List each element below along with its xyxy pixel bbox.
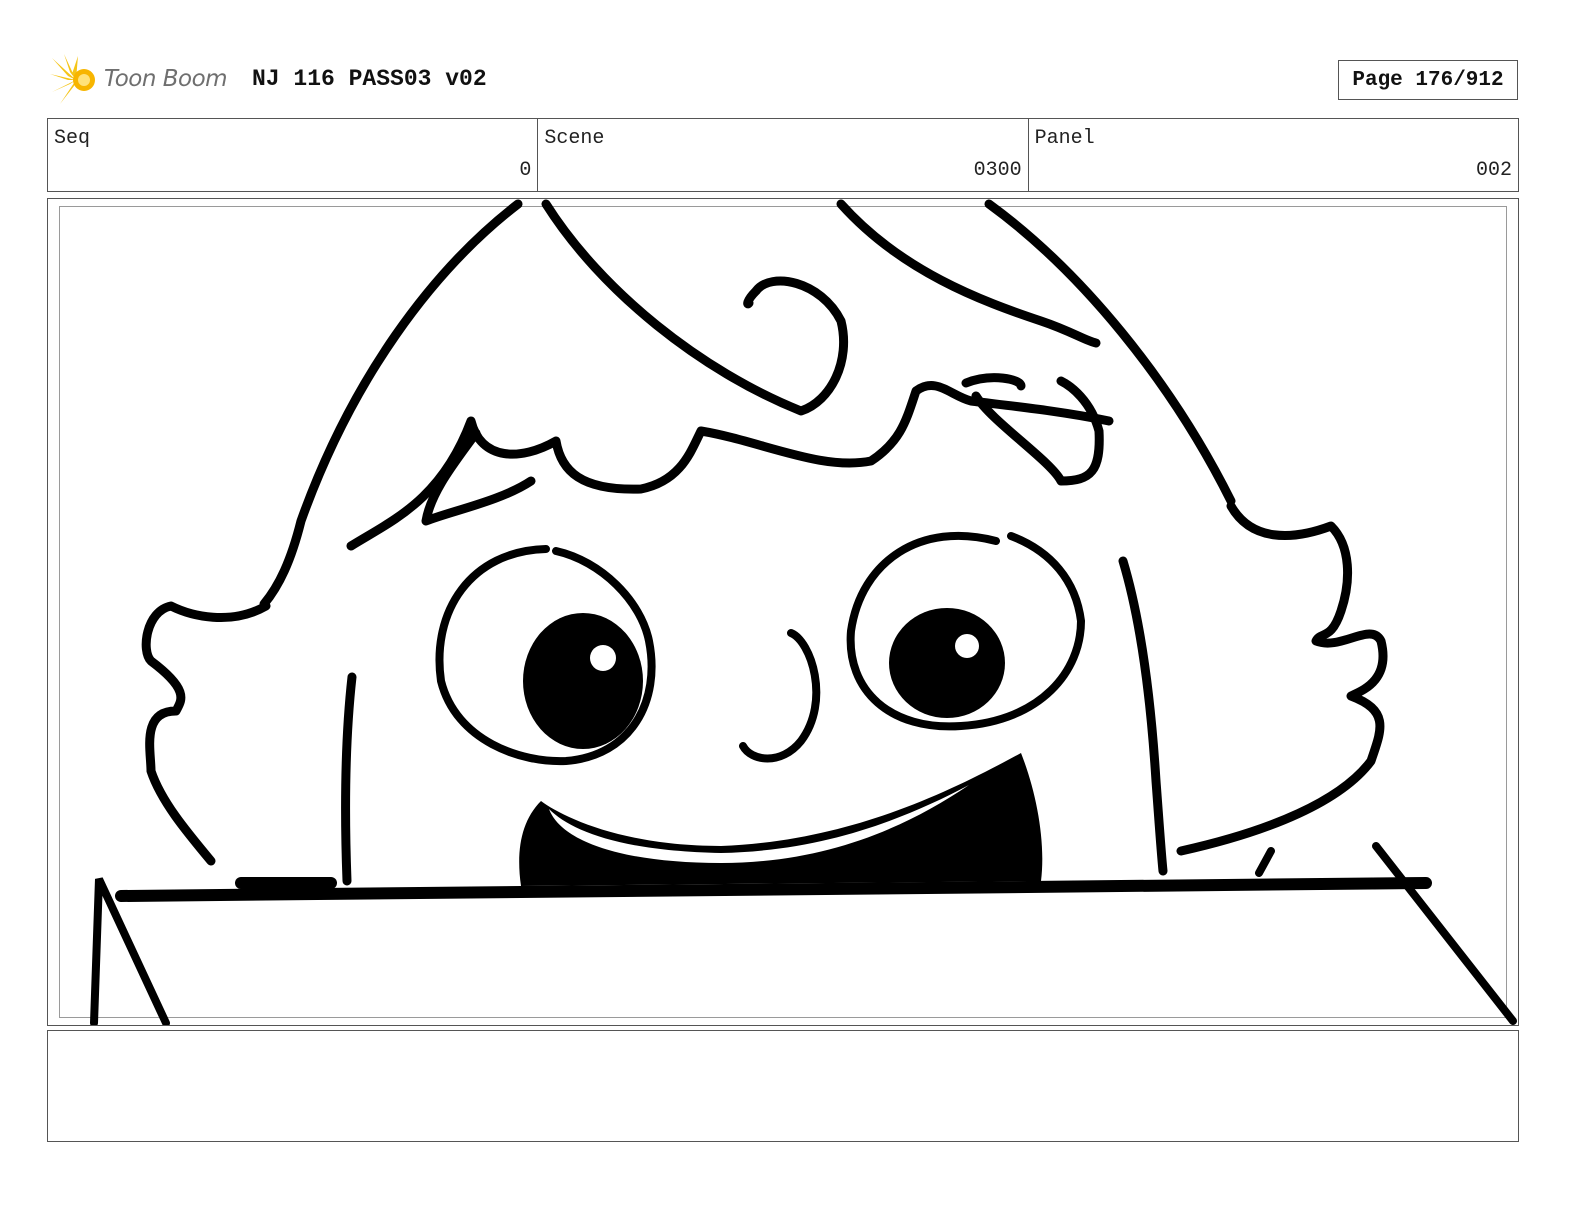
panel-notes-box xyxy=(47,1030,1519,1142)
left-pupil xyxy=(523,613,643,749)
shot-info-table: Seq 0 Scene 0300 Panel 002 xyxy=(47,118,1519,192)
storyboard-panel xyxy=(47,198,1519,1026)
seq-cell: Seq 0 xyxy=(48,119,539,191)
logo-text: Toon Boom xyxy=(104,66,228,92)
panel-cell: Panel 002 xyxy=(1029,119,1518,191)
panel-label: Panel xyxy=(1034,127,1095,150)
starburst-icon xyxy=(50,54,95,104)
hair-strokes xyxy=(141,199,1388,886)
seq-value: 0 xyxy=(519,159,532,182)
page-number-box: Page 176/912 xyxy=(1338,60,1518,100)
panel-value: 002 xyxy=(1475,159,1512,182)
scene-cell: Scene 0300 xyxy=(538,119,1029,191)
character-sketch xyxy=(90,199,1517,1025)
seq-label: Seq xyxy=(54,127,91,150)
scene-value: 0300 xyxy=(973,159,1022,182)
mouth xyxy=(519,753,1043,886)
scene-label: Scene xyxy=(544,127,605,150)
page-number: Page 176/912 xyxy=(1352,68,1504,92)
toon-boom-logo: Toon Boom xyxy=(48,52,238,108)
left-eye-highlight xyxy=(590,645,616,671)
document-title: NJ 116 PASS03 v02 xyxy=(252,66,487,92)
right-eye-highlight xyxy=(955,634,979,658)
right-pupil xyxy=(889,608,1005,718)
table-edge xyxy=(115,877,1432,902)
